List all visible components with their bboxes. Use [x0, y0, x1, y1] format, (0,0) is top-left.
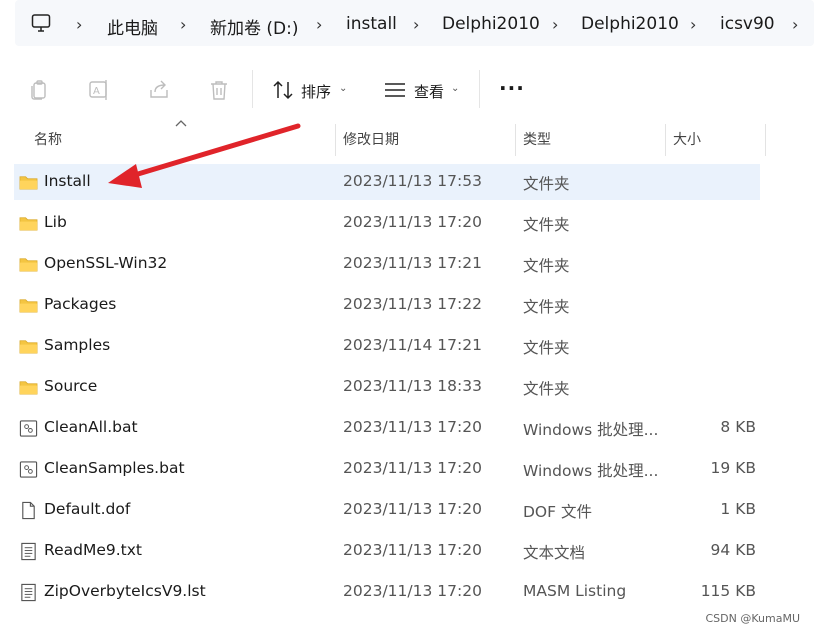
breadcrumb-item-delphi2010[interactable]: Delphi2010 [442, 14, 540, 34]
file-size: 115 KB [700, 582, 756, 600]
chevron-right-icon[interactable]: › [690, 15, 696, 34]
chevron-down-icon[interactable]: ⌄ [451, 83, 459, 94]
breadcrumb-item-icsv90[interactable]: icsv90 [720, 14, 775, 34]
file-type: MASM Listing [523, 582, 627, 600]
file-type: 文件夹 [523, 216, 570, 234]
file-size: 19 KB [710, 459, 756, 477]
file-type: 文件夹 [523, 298, 570, 316]
more-options-button[interactable]: ··· [499, 76, 525, 100]
file-row-packages[interactable]: Packages 2023/11/13 17:22 文件夹 [14, 287, 760, 323]
chevron-right-icon[interactable]: › [316, 15, 322, 34]
folder-icon [19, 176, 38, 190]
file-modified: 2023/11/13 17:20 [343, 500, 482, 518]
file-row-cleanall-bat[interactable]: CleanAll.bat 2023/11/13 17:20 Windows 批处… [14, 410, 760, 446]
watermark: CSDN @KumaMU [705, 612, 801, 625]
batch-file-icon [19, 461, 38, 478]
share-icon[interactable] [147, 78, 171, 102]
column-header-type[interactable]: 类型 [523, 129, 551, 149]
file-name: Source [44, 377, 98, 395]
file-row-default-dof[interactable]: Default.dof 2023/11/13 17:20 DOF 文件 1 KB [14, 492, 760, 528]
folder-icon [19, 381, 38, 395]
column-header-modified[interactable]: 修改日期 [343, 129, 399, 149]
text-file-icon [21, 542, 36, 561]
file-name: ReadMe9.txt [44, 541, 142, 559]
file-name: CleanSamples.bat [44, 459, 185, 477]
toolbar-divider [252, 70, 253, 108]
sort-button[interactable]: 排序 [301, 81, 331, 102]
file-modified: 2023/11/13 17:22 [343, 295, 482, 313]
file-type: 文件夹 [523, 175, 570, 193]
computer-icon[interactable] [31, 13, 51, 33]
view-button[interactable]: 查看 [414, 81, 444, 102]
file-row-samples[interactable]: Samples 2023/11/14 17:21 文件夹 [14, 328, 760, 364]
file-row-openssl[interactable]: OpenSSL-Win32 2023/11/13 17:21 文件夹 [14, 246, 760, 282]
column-divider[interactable] [665, 124, 666, 156]
file-name: Install [44, 172, 91, 190]
breadcrumb-item-this-pc[interactable]: 此电脑 [107, 14, 158, 39]
column-divider[interactable] [335, 124, 336, 156]
file-icon [22, 501, 35, 520]
file-type: DOF 文件 [523, 503, 592, 521]
svg-text:A: A [93, 86, 100, 97]
file-type: 文件夹 [523, 380, 570, 398]
file-name: Samples [44, 336, 111, 354]
folder-icon [19, 217, 38, 231]
file-modified: 2023/11/13 17:20 [343, 582, 482, 600]
file-row-lib[interactable]: Lib 2023/11/13 17:20 文件夹 [14, 205, 760, 241]
file-size: 8 KB [720, 418, 756, 436]
breadcrumb-item-drive-d[interactable]: 新加卷 (D:) [210, 14, 299, 39]
copy-icon[interactable] [27, 78, 51, 102]
folder-icon [19, 340, 38, 354]
file-row-source[interactable]: Source 2023/11/13 18:33 文件夹 [14, 369, 760, 405]
file-modified: 2023/11/14 17:21 [343, 336, 482, 354]
file-modified: 2023/11/13 18:33 [343, 377, 482, 395]
file-modified: 2023/11/13 17:53 [343, 172, 482, 190]
rename-icon[interactable]: A [87, 78, 111, 102]
folder-icon [19, 258, 38, 272]
file-modified: 2023/11/13 17:20 [343, 213, 482, 231]
file-type: 文件夹 [523, 257, 570, 275]
column-divider[interactable] [515, 124, 516, 156]
chevron-right-icon[interactable]: › [76, 15, 82, 34]
file-size: 94 KB [710, 541, 756, 559]
chevron-down-icon[interactable]: ⌄ [339, 83, 347, 94]
file-size: 1 KB [720, 500, 756, 518]
breadcrumb-item-delphi2010-sub[interactable]: Delphi2010 [581, 14, 679, 34]
file-type: 文件夹 [523, 339, 570, 357]
batch-file-icon [19, 420, 38, 437]
chevron-right-icon[interactable]: › [552, 15, 558, 34]
file-type: 文本文档 [523, 544, 586, 562]
column-header-name[interactable]: 名称 [34, 129, 62, 149]
file-name: Packages [44, 295, 117, 313]
file-name: CleanAll.bat [44, 418, 138, 436]
file-modified: 2023/11/13 17:20 [343, 418, 482, 436]
column-divider[interactable] [765, 124, 766, 156]
file-name: ZipOverbyteIcsV9.lst [44, 582, 206, 600]
sort-ascending-icon [175, 120, 187, 127]
chevron-right-icon[interactable]: › [792, 15, 798, 34]
file-modified: 2023/11/13 17:20 [343, 541, 482, 559]
delete-icon[interactable] [207, 78, 231, 102]
file-modified: 2023/11/13 17:20 [343, 459, 482, 477]
file-name: OpenSSL-Win32 [44, 254, 168, 272]
breadcrumb-item-install[interactable]: install [346, 14, 397, 34]
view-icon[interactable] [383, 78, 407, 102]
folder-icon [19, 299, 38, 313]
file-name: Default.dof [44, 500, 131, 518]
file-row-readme9-txt[interactable]: ReadMe9.txt 2023/11/13 17:20 文本文档 94 KB [14, 533, 760, 569]
column-header-size[interactable]: 大小 [673, 129, 701, 149]
chevron-right-icon[interactable]: › [180, 15, 186, 34]
file-row-cleansamples-bat[interactable]: CleanSamples.bat 2023/11/13 17:20 Window… [14, 451, 760, 487]
sort-icon[interactable] [271, 78, 295, 102]
file-row-install[interactable]: Install 2023/11/13 17:53 文件夹 [14, 164, 760, 200]
file-type: Windows 批处理... [523, 421, 659, 439]
file-name: Lib [44, 213, 67, 231]
chevron-right-icon[interactable]: › [413, 15, 419, 34]
file-type: Windows 批处理... [523, 462, 659, 480]
file-row-zipoverbyte-lst[interactable]: ZipOverbyteIcsV9.lst 2023/11/13 17:20 MA… [14, 574, 760, 610]
command-bar [0, 56, 814, 122]
text-file-icon [21, 583, 36, 602]
toolbar-divider [479, 70, 480, 108]
file-modified: 2023/11/13 17:21 [343, 254, 482, 272]
